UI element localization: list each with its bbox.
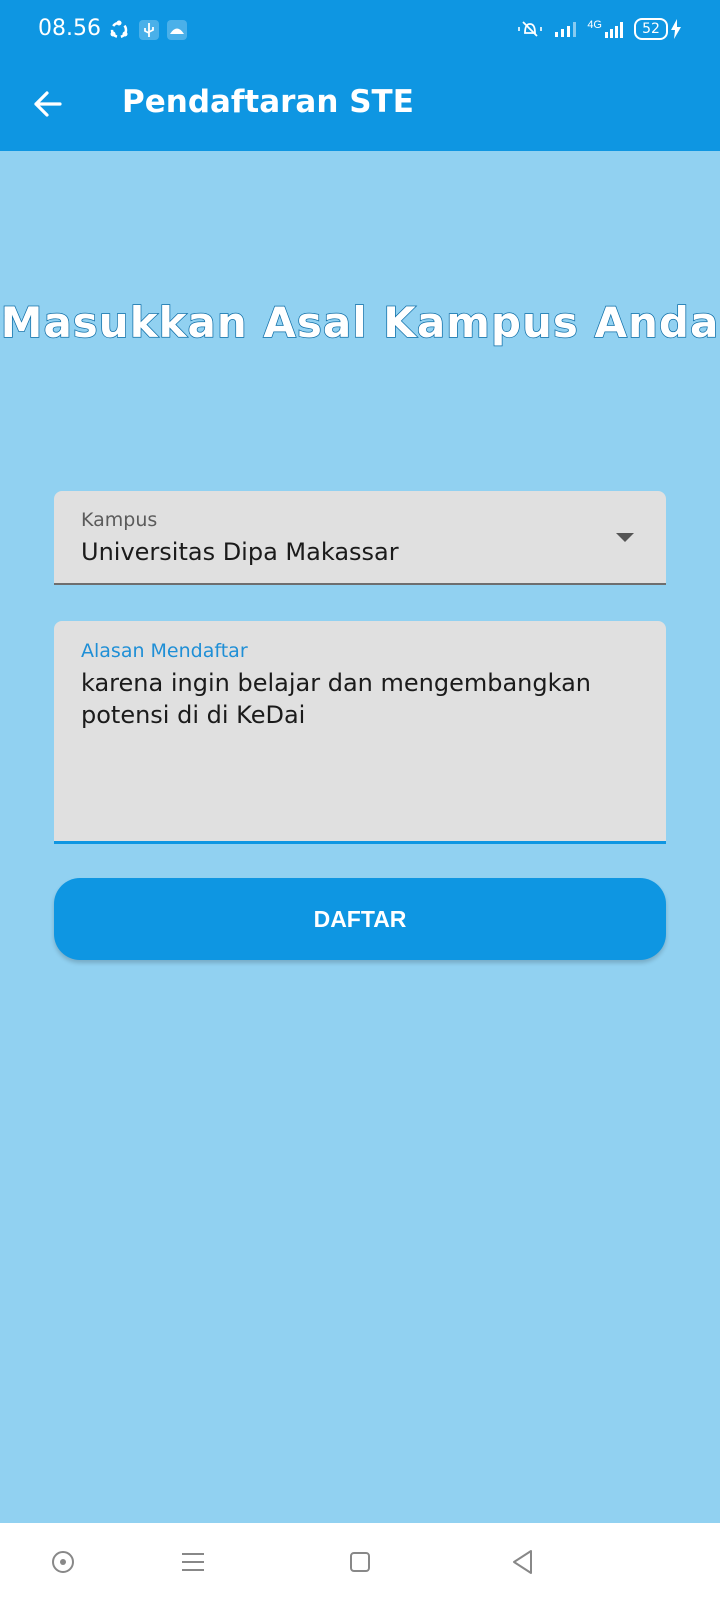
- sync-icon: [110, 20, 128, 39]
- status-time: 08.56: [38, 16, 101, 41]
- status-icons: 4G 52: [517, 18, 682, 40]
- campus-value: Universitas Dipa Makassar: [81, 538, 399, 566]
- network-type: 4G: [587, 18, 602, 31]
- reason-label: Alasan Mendaftar: [81, 640, 248, 662]
- charging-icon: [671, 19, 681, 39]
- status-bar: 08.56 4G 52: [0, 0, 720, 62]
- campus-select[interactable]: Kampus Universitas Dipa Makassar: [54, 491, 666, 585]
- network-signal: 4G: [587, 18, 624, 39]
- assistant-icon[interactable]: [48, 1547, 78, 1577]
- signal-icon: [555, 22, 577, 37]
- daftar-button[interactable]: DAFTAR: [54, 878, 666, 960]
- silent-bell-icon: [518, 21, 543, 37]
- page-title: Pendaftaran STE: [122, 84, 414, 120]
- system-nav-bar: [0, 1523, 720, 1600]
- back-triangle-icon[interactable]: [508, 1547, 538, 1577]
- battery-level: 52: [634, 18, 668, 40]
- reason-textarea[interactable]: Alasan Mendaftar karena ingin belajar da…: [54, 621, 666, 844]
- campus-label: Kampus: [81, 509, 158, 531]
- reason-value[interactable]: karena ingin belajar dan mengembangkan p…: [81, 667, 641, 731]
- app-bar: 08.56 4G 52 Pendaftaran STE: [0, 0, 720, 151]
- usb-icon: [139, 20, 159, 40]
- battery-indicator: 52: [634, 18, 682, 40]
- home-square-icon[interactable]: [345, 1547, 375, 1577]
- dropdown-arrow-icon[interactable]: [616, 533, 634, 542]
- android-icon: [167, 20, 187, 40]
- menu-icon[interactable]: [178, 1547, 208, 1577]
- back-arrow-icon[interactable]: [30, 86, 66, 122]
- form-heading: Masukkan Asal Kampus Anda: [0, 297, 720, 348]
- signal-4g-icon: [605, 21, 623, 38]
